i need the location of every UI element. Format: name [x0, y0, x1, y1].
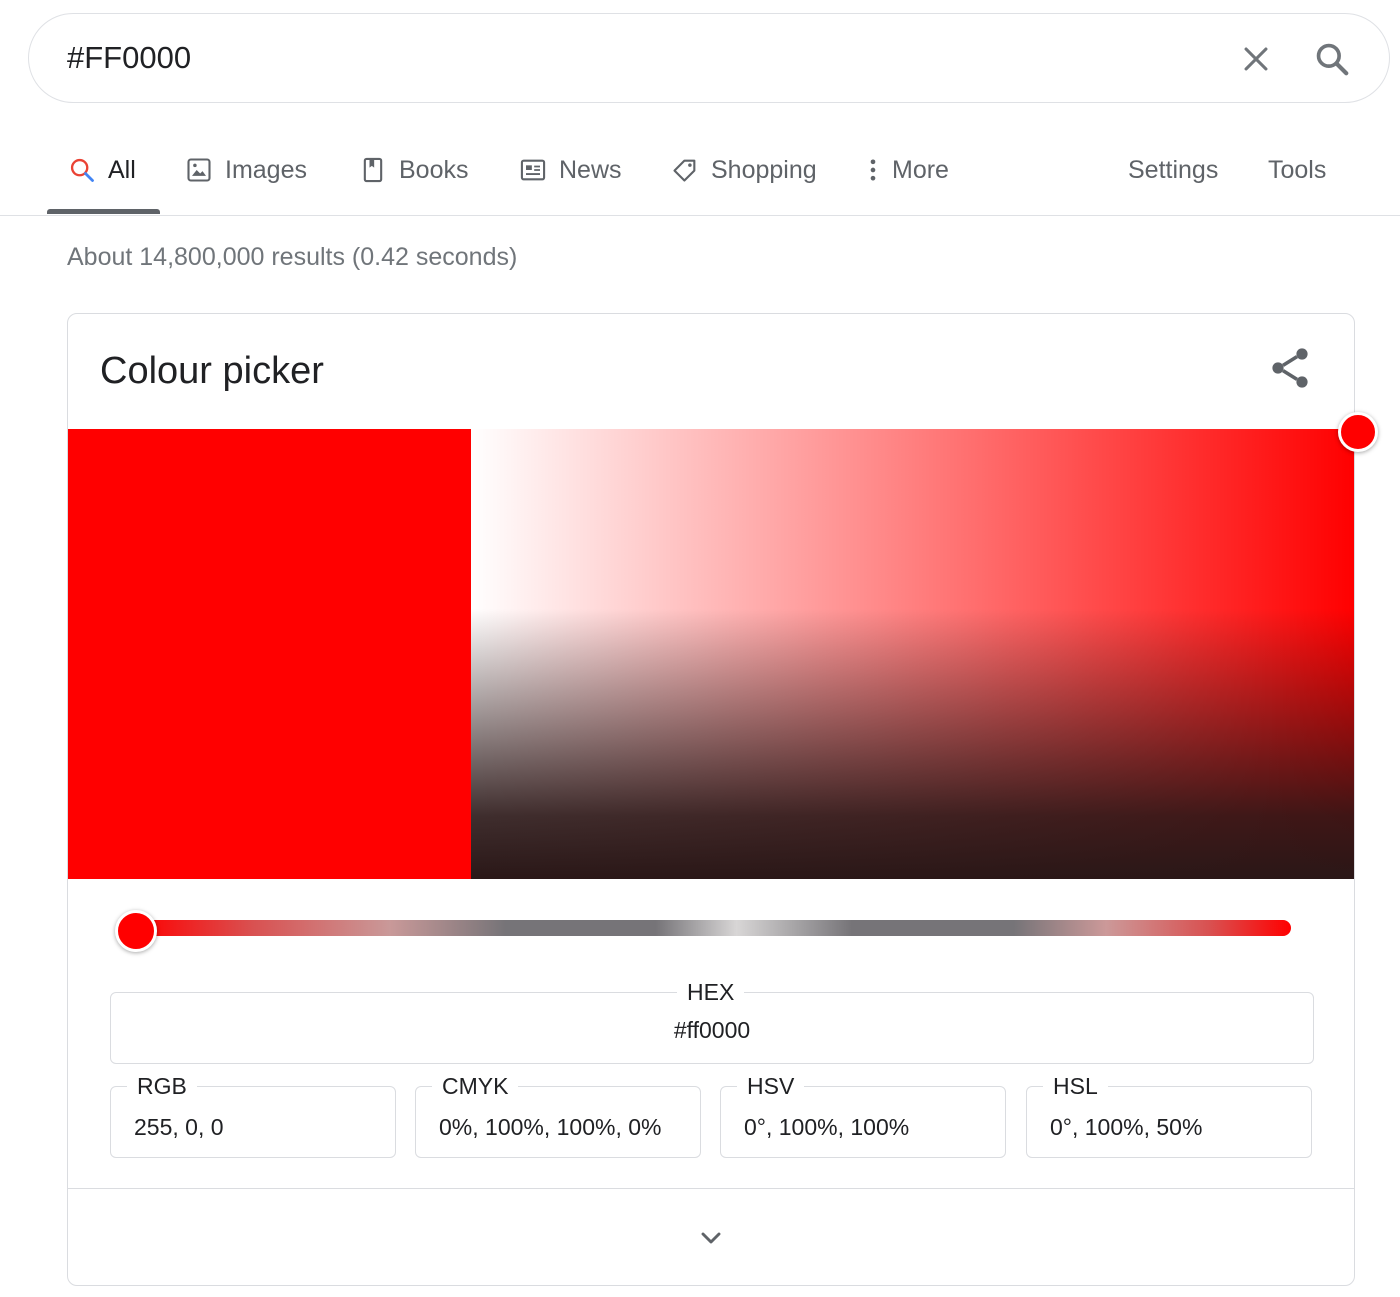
result-stats: About 14,800,000 results (0.42 seconds) — [67, 243, 518, 271]
tab-news[interactable]: News — [519, 150, 622, 190]
chevron-down-icon[interactable] — [695, 1222, 727, 1254]
news-icon — [519, 156, 547, 184]
hue-slider-handle[interactable] — [115, 910, 157, 952]
cmyk-input[interactable] — [416, 1087, 700, 1157]
search-input[interactable] — [67, 14, 1167, 102]
hue-slider[interactable] — [136, 920, 1291, 936]
vertical-dots-icon — [866, 156, 880, 184]
tab-label: More — [892, 155, 949, 184]
saturation-value-handle[interactable] — [1338, 412, 1378, 452]
card-title: Colour picker — [100, 350, 324, 392]
tab-all[interactable]: All — [68, 150, 136, 190]
tab-label: All — [108, 155, 136, 184]
tag-icon — [671, 156, 699, 184]
saturation-value-area[interactable] — [471, 429, 1354, 879]
tab-books[interactable]: Books — [359, 150, 468, 190]
close-icon[interactable] — [1235, 38, 1277, 80]
active-tab-indicator — [47, 209, 160, 214]
tab-label: News — [559, 155, 622, 184]
magnifier-icon[interactable] — [1311, 38, 1353, 80]
tab-label: Settings — [1128, 155, 1219, 184]
search-bar — [28, 13, 1390, 103]
tab-images[interactable]: Images — [185, 150, 307, 190]
book-icon — [359, 156, 387, 184]
rgb-input[interactable] — [111, 1087, 395, 1157]
hsv-input[interactable] — [721, 1087, 1005, 1157]
hsv-field: HSV — [720, 1073, 1006, 1158]
tab-label: Books — [399, 155, 469, 184]
tab-shopping[interactable]: Shopping — [671, 150, 817, 190]
search-tabs: All Images Books News Shopping More Sett… — [0, 130, 1400, 216]
share-icon[interactable] — [1266, 344, 1314, 392]
tab-more[interactable]: More — [866, 150, 949, 190]
cmyk-field: CMYK — [415, 1073, 701, 1158]
hex-field: HEX — [110, 979, 1314, 1064]
tab-label: Shopping — [711, 155, 817, 184]
hsl-input[interactable] — [1027, 1087, 1311, 1157]
image-icon — [185, 156, 213, 184]
color-swatch — [68, 429, 471, 879]
hsl-field: HSL — [1026, 1073, 1312, 1158]
tab-label: Images — [225, 155, 307, 184]
colour-picker-card: Colour picker HEX RGB CMYK HSV HSL — [67, 313, 1378, 1286]
tab-label: Tools — [1268, 155, 1327, 184]
card-divider — [68, 1188, 1354, 1189]
search-icon — [68, 156, 96, 184]
tab-tools[interactable]: Tools — [1268, 150, 1326, 190]
hex-input[interactable] — [111, 993, 1313, 1063]
tab-settings[interactable]: Settings — [1128, 150, 1218, 190]
rgb-field: RGB — [110, 1073, 396, 1158]
